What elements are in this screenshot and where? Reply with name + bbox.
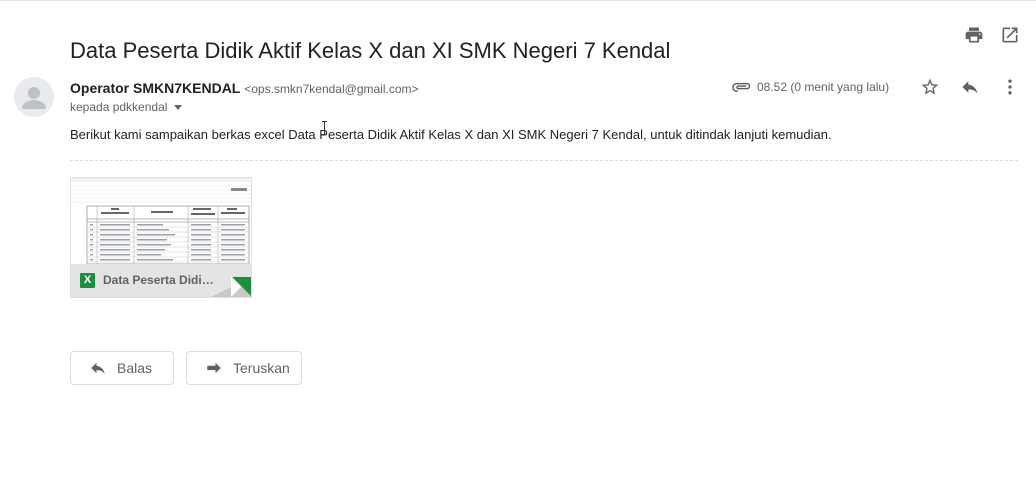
- attachment-filename: Data Peserta Didik Aktif Kelas X dan XI …: [103, 273, 218, 287]
- message-time: 08.52 (0 menit yang lalu): [757, 80, 890, 94]
- sender-line: Operator SMKN7KENDAL <ops.smkn7kendal@gm…: [70, 80, 419, 97]
- open-in-new-window-icon: [1002, 27, 1018, 43]
- more-vert-icon: [1008, 79, 1012, 95]
- text-cursor-icon: [322, 121, 327, 135]
- print-button[interactable]: [964, 25, 984, 45]
- forward-button[interactable]: Teruskan: [186, 351, 302, 385]
- attachment-card[interactable]: X Data Peserta Didik Aktif Kelas X dan X…: [70, 177, 252, 298]
- reply-button[interactable]: Balas: [70, 351, 174, 385]
- message-meta: 08.52 (0 menit yang lalu): [732, 80, 889, 94]
- avatar-icon: [22, 87, 46, 109]
- file-corner-fold-icon: [211, 277, 251, 297]
- attachment-clip-icon: [732, 82, 751, 92]
- forward-button-label: Teruskan: [233, 360, 290, 376]
- recipient-line: kepada pdkkendal: [70, 100, 183, 114]
- open-in-new-window-button[interactable]: [1000, 25, 1020, 45]
- reply-button-label: Balas: [117, 360, 153, 376]
- reply-icon: [962, 81, 978, 94]
- recipient-details-toggle[interactable]: [174, 105, 183, 110]
- recipient-label: kepada pdkkendal: [70, 100, 168, 114]
- top-border: [0, 0, 1036, 1]
- star-button[interactable]: [920, 77, 940, 97]
- star-icon: [921, 78, 939, 95]
- more-options-button[interactable]: [1000, 77, 1020, 97]
- excel-icon: X: [80, 273, 95, 288]
- print-icon: [965, 27, 983, 43]
- attachment-preview-thumbnail: [71, 178, 251, 264]
- reply-quick-button[interactable]: [960, 77, 980, 97]
- email-subject: Data Peserta Didik Aktif Kelas X dan XI …: [70, 37, 671, 63]
- body-divider: [70, 160, 1018, 161]
- reply-icon: [91, 362, 105, 374]
- sender-email: <ops.smkn7kendal@gmail.com>: [244, 82, 419, 96]
- email-body: Berikut kami sampaikan berkas excel Data…: [70, 127, 832, 142]
- sender-avatar[interactable]: [14, 77, 54, 117]
- forward-icon: [207, 362, 221, 374]
- sender-name[interactable]: Operator SMKN7KENDAL: [70, 80, 240, 96]
- attachment-name-bar: X Data Peserta Didik Aktif Kelas X dan X…: [71, 264, 251, 297]
